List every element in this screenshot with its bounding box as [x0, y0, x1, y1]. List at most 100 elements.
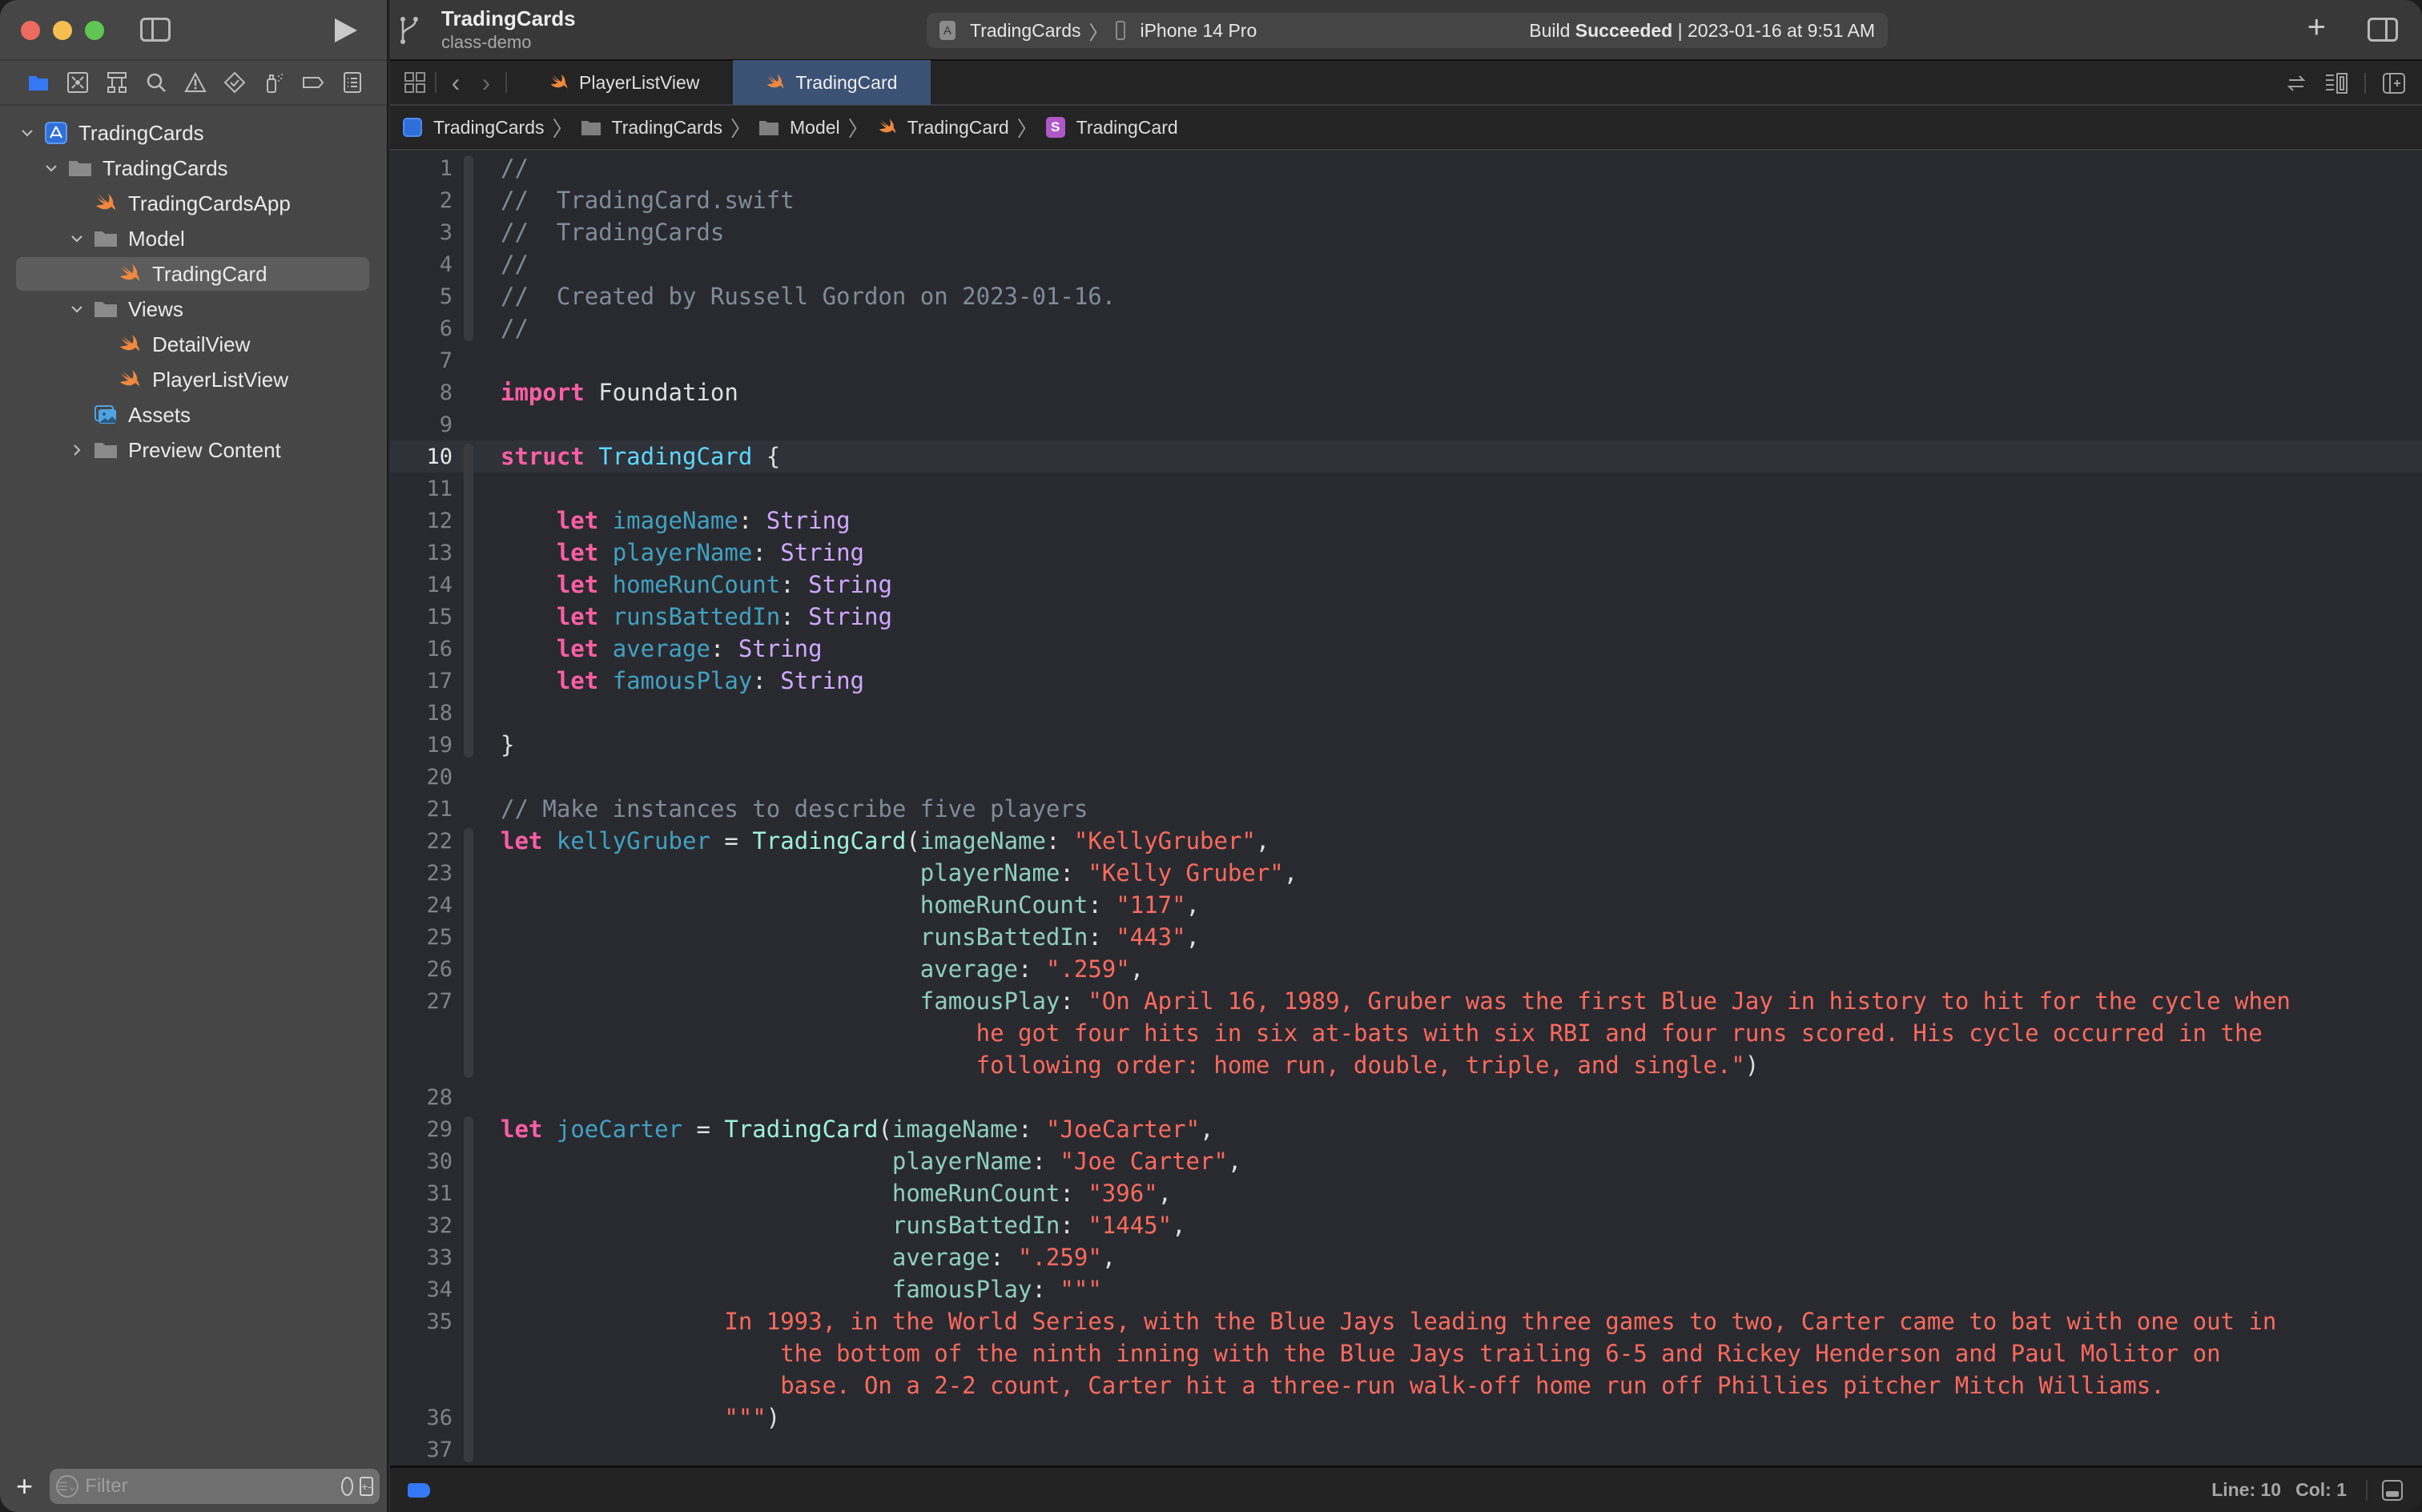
zoom-window-button[interactable] — [85, 21, 104, 40]
line-number[interactable]: 6 — [390, 316, 464, 341]
line-number[interactable]: 5 — [390, 284, 464, 309]
code-folding-ribbon[interactable] — [464, 761, 478, 793]
code-line[interactable]: 36 """) — [390, 1401, 2422, 1434]
project-navigator-folder-icon[interactable] — [27, 71, 50, 94]
code-folding-ribbon[interactable] — [464, 793, 478, 825]
code-line[interactable]: 7 — [390, 344, 2422, 376]
line-number[interactable]: 15 — [390, 605, 464, 629]
line-number[interactable]: 30 — [390, 1149, 464, 1174]
debug-area-breakpoint-tag-icon[interactable] — [408, 1482, 430, 1498]
breadcrumb-project[interactable]: TradingCards — [403, 117, 544, 139]
code-line[interactable]: 34 famousPlay: """ — [390, 1273, 2422, 1305]
chevron-down-icon[interactable] — [18, 126, 37, 140]
fold-ribbon-block[interactable] — [464, 444, 473, 758]
code-line[interactable]: 19} — [390, 729, 2422, 761]
code-folding-ribbon[interactable] — [464, 1081, 478, 1113]
line-number[interactable]: 23 — [390, 861, 464, 886]
source-control-navigator-icon[interactable] — [66, 71, 89, 94]
code-line[interactable]: 27 famousPlay: "On April 16, 1989, Grube… — [390, 985, 2422, 1017]
line-number[interactable]: 1 — [390, 156, 464, 181]
branch-name[interactable]: class-demo — [441, 32, 531, 53]
tree-item-file[interactable]: DetailView — [0, 327, 387, 362]
code-line[interactable]: 13 let playerName: String — [390, 537, 2422, 569]
code-line[interactable]: 15 let runsBattedIn: String — [390, 601, 2422, 633]
code-line[interactable]: 14 let homeRunCount: String — [390, 569, 2422, 601]
line-number[interactable]: 17 — [390, 669, 464, 694]
chevron-right-icon[interactable] — [67, 443, 86, 457]
code-line[interactable]: 4 // — [390, 248, 2422, 280]
code-line[interactable]: 30 playerName: "Joe Carter", — [390, 1145, 2422, 1177]
line-number[interactable]: 8 — [390, 380, 464, 405]
code-line[interactable]: 21 // Make instances to describe five pla… — [390, 793, 2422, 825]
fold-ribbon-block[interactable] — [464, 1116, 473, 1462]
navigator-filter-input[interactable] — [78, 1475, 334, 1498]
close-window-button[interactable] — [21, 21, 40, 40]
tab-tradingcard[interactable]: TradingCard — [733, 60, 931, 105]
code-line[interactable]: 6 // — [390, 312, 2422, 344]
line-number[interactable]: 13 — [390, 541, 464, 565]
line-number[interactable]: 4 — [390, 252, 464, 277]
line-number[interactable]: 37 — [390, 1438, 464, 1462]
line-number[interactable]: 12 — [390, 509, 464, 533]
tree-item-group[interactable]: TradingCards — [0, 151, 387, 186]
code-line[interactable]: 22 let kellyGruber = TradingCard(imageNam… — [390, 825, 2422, 857]
recent-files-clock-icon[interactable] — [341, 1477, 354, 1496]
code-line[interactable]: 2 // TradingCard.swift — [390, 184, 2422, 216]
code-line[interactable]: 12 let imageName: String — [390, 505, 2422, 537]
line-number[interactable]: 3 — [390, 220, 464, 245]
scheme-selector[interactable]: TradingCards — [970, 20, 1080, 42]
code-line[interactable]: the bottom of the ninth inning with the … — [390, 1337, 2422, 1369]
toggle-navigator-icon[interactable] — [140, 18, 171, 42]
code-line[interactable]: 18 — [390, 697, 2422, 729]
tab-playerlistview[interactable]: PlayerListView — [517, 60, 733, 105]
run-play-icon[interactable] — [335, 18, 357, 42]
tree-item-file-selected[interactable]: TradingCard — [0, 256, 387, 292]
minimize-window-button[interactable] — [53, 21, 72, 40]
line-number[interactable]: 7 — [390, 348, 464, 373]
issue-navigator-warning-icon[interactable] — [184, 71, 207, 94]
code-line[interactable]: 33 average: ".259", — [390, 1241, 2422, 1273]
toggle-debug-area-icon[interactable] — [2382, 1479, 2403, 1501]
code-line[interactable]: 31 homeRunCount: "396", — [390, 1177, 2422, 1209]
debug-navigator-spray-icon[interactable] — [263, 71, 285, 94]
library-plus-icon[interactable]: + — [2307, 11, 2326, 43]
line-number[interactable]: 34 — [390, 1277, 464, 1302]
line-number[interactable]: 10 — [390, 444, 464, 469]
line-number[interactable]: 26 — [390, 957, 464, 982]
breadcrumb-file[interactable]: TradingCard — [877, 117, 1009, 139]
add-file-plus-icon[interactable]: + — [16, 1472, 40, 1501]
line-number[interactable]: 36 — [390, 1405, 464, 1430]
tree-item-file[interactable]: TradingCardsApp — [0, 186, 387, 221]
line-number[interactable]: 2 — [390, 188, 464, 213]
breadcrumb-group[interactable]: TradingCards — [581, 117, 722, 139]
tree-item-file[interactable]: PlayerListView — [0, 362, 387, 397]
branch-icon[interactable] — [400, 16, 419, 45]
source-editor[interactable]: 1//2// TradingCard.swift 3// TradingCards… — [390, 152, 2422, 1466]
breadcrumb-model-folder[interactable]: Model — [759, 117, 840, 139]
line-number[interactable]: 14 — [390, 573, 464, 597]
find-navigator-search-icon[interactable] — [145, 71, 167, 94]
breakpoint-navigator-icon[interactable] — [302, 71, 324, 94]
line-number[interactable]: 32 — [390, 1213, 464, 1238]
filter-options-icon[interactable]: ☰⌄ — [56, 1475, 79, 1498]
line-number[interactable]: 28 — [390, 1085, 464, 1110]
tree-item-project[interactable]: TradingCards — [0, 115, 387, 151]
toggle-inspector-icon[interactable] — [2368, 18, 2398, 42]
chevron-down-icon[interactable] — [67, 231, 86, 246]
line-number[interactable]: 11 — [390, 477, 464, 501]
line-number[interactable]: 29 — [390, 1117, 464, 1142]
report-navigator-list-icon[interactable] — [341, 71, 364, 94]
line-number[interactable]: 27 — [390, 989, 464, 1014]
code-line[interactable]: 11 — [390, 472, 2422, 505]
line-number[interactable]: 18 — [390, 701, 464, 726]
line-number[interactable]: 35 — [390, 1309, 464, 1334]
code-line[interactable]: 29 let joeCarter = TradingCard(imageName:… — [390, 1113, 2422, 1145]
code-line[interactable]: 32 runsBattedIn: "1445", — [390, 1209, 2422, 1241]
code-line[interactable]: 25 runsBattedIn: "443", — [390, 921, 2422, 953]
tree-item-group[interactable]: Model — [0, 221, 387, 256]
line-number[interactable]: 21 — [390, 797, 464, 822]
code-line[interactable]: 35 In 1993, in the World Series, with th… — [390, 1305, 2422, 1337]
code-line[interactable]: base. On a 2-2 count, Carter hit a three… — [390, 1369, 2422, 1401]
code-line[interactable]: 3 // TradingCards — [390, 216, 2422, 248]
line-number[interactable]: 16 — [390, 637, 464, 662]
